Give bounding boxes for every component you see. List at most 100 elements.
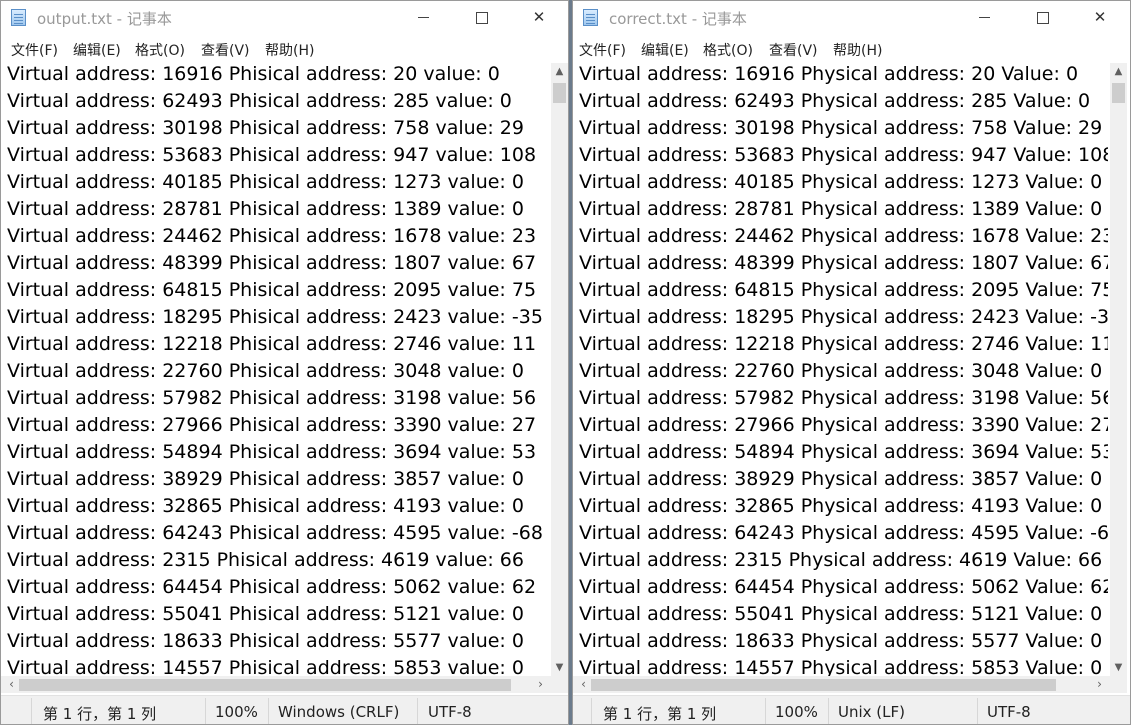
text-line: Virtual address: 32865 Phisical address:…: [7, 495, 524, 517]
status-bar: 第 1 行，第 1 列 100% Windows (CRLF) UTF-8: [1, 695, 568, 724]
scroll-up-icon[interactable]: ▲: [551, 63, 568, 80]
minimize-button[interactable]: [961, 1, 1007, 35]
notepad-icon: [583, 9, 598, 26]
scroll-thumb-h[interactable]: [19, 679, 511, 691]
text-line: Virtual address: 22760 Physical address:…: [579, 360, 1103, 382]
menu-help[interactable]: 帮助(H): [833, 40, 882, 60]
minimize-button[interactable]: [400, 1, 446, 35]
text-line: Virtual address: 48399 Physical address:…: [579, 252, 1108, 274]
text-line: Virtual address: 18295 Phisical address:…: [7, 306, 543, 328]
scroll-right-icon[interactable]: ›: [1091, 676, 1108, 693]
text-line: Virtual address: 18633 Phisical address:…: [7, 630, 524, 652]
text-line: Virtual address: 62493 Physical address:…: [579, 90, 1091, 112]
text-line: Virtual address: 55041 Phisical address:…: [7, 603, 524, 625]
text-line: Virtual address: 64243 Phisical address:…: [7, 522, 543, 544]
menu-view[interactable]: 查看(V): [769, 40, 818, 60]
text-line: Virtual address: 32865 Physical address:…: [579, 495, 1103, 517]
vertical-scrollbar[interactable]: ▲ ▼: [1110, 63, 1127, 676]
text-line: Virtual address: 40185 Phisical address:…: [7, 171, 524, 193]
text-editor[interactable]: Virtual address: 16916 Phisical address:…: [1, 61, 549, 676]
text-line: Virtual address: 30198 Phisical address:…: [7, 117, 524, 139]
text-line: Virtual address: 38929 Phisical address:…: [7, 468, 524, 490]
scroll-thumb[interactable]: [553, 83, 566, 103]
text-line: Virtual address: 55041 Physical address:…: [579, 603, 1103, 625]
menu-edit[interactable]: 编辑(E): [73, 40, 121, 60]
scroll-down-icon[interactable]: ▼: [551, 659, 568, 676]
scroll-corner: [551, 676, 568, 693]
close-icon: ✕: [532, 8, 546, 26]
close-icon: ✕: [1093, 8, 1107, 26]
text-line: Virtual address: 57982 Physical address:…: [579, 387, 1108, 409]
text-line: Virtual address: 64454 Phisical address:…: [7, 576, 537, 598]
close-button[interactable]: ✕: [1077, 1, 1123, 35]
menu-file[interactable]: 文件(F): [11, 40, 58, 60]
scroll-left-icon[interactable]: ‹: [3, 676, 20, 693]
notepad-window-correct: correct.txt - 记事本 ✕ 文件(F) 编辑(E) 格式(O) 查看…: [572, 0, 1131, 725]
text-line: Virtual address: 38929 Physical address:…: [579, 468, 1103, 490]
text-line: Virtual address: 16916 Physical address:…: [579, 63, 1079, 85]
text-line: Virtual address: 14557 Physical address:…: [579, 657, 1103, 676]
scroll-down-icon[interactable]: ▼: [1110, 659, 1127, 676]
zoom-level: 100%: [775, 703, 818, 721]
text-line: Virtual address: 40185 Physical address:…: [579, 171, 1103, 193]
text-editor[interactable]: Virtual address: 16916 Physical address:…: [573, 61, 1108, 676]
status-divider: [205, 698, 206, 724]
menu-bar: 文件(F) 编辑(E) 格式(O) 查看(V) 帮助(H): [1, 37, 568, 61]
text-line: Virtual address: 64454 Physical address:…: [579, 576, 1108, 598]
encoding: UTF-8: [428, 703, 472, 721]
maximize-button[interactable]: [458, 1, 504, 35]
text-line: Virtual address: 54894 Physical address:…: [579, 441, 1108, 463]
menu-view[interactable]: 查看(V): [201, 40, 250, 60]
notepad-window-output: output.txt - 记事本 ✕ 文件(F) 编辑(E) 格式(O) 查看(…: [0, 0, 569, 725]
text-line: Virtual address: 18295 Physical address:…: [579, 306, 1108, 328]
menu-help[interactable]: 帮助(H): [265, 40, 314, 60]
scroll-corner: [1110, 676, 1127, 693]
text-line: Virtual address: 53683 Phisical address:…: [7, 144, 537, 166]
text-line: Virtual address: 27966 Physical address:…: [579, 414, 1108, 436]
scroll-left-icon[interactable]: ‹: [575, 676, 592, 693]
window-title: correct.txt - 记事本: [609, 10, 747, 28]
cursor-position: 第 1 行，第 1 列: [43, 705, 157, 723]
text-line: Virtual address: 64243 Physical address:…: [579, 522, 1108, 544]
status-divider: [828, 698, 829, 724]
text-line: Virtual address: 12218 Phisical address:…: [7, 333, 537, 355]
zoom-level: 100%: [215, 703, 258, 721]
text-line: Virtual address: 12218 Physical address:…: [579, 333, 1108, 355]
maximize-button[interactable]: [1019, 1, 1065, 35]
scroll-up-icon[interactable]: ▲: [1110, 63, 1127, 80]
text-line: Virtual address: 30198 Physical address:…: [579, 117, 1103, 139]
encoding: UTF-8: [987, 703, 1031, 721]
text-line: Virtual address: 24462 Phisical address:…: [7, 225, 537, 247]
vertical-scrollbar[interactable]: ▲ ▼: [551, 63, 568, 676]
status-divider: [591, 698, 592, 724]
menu-edit[interactable]: 编辑(E): [641, 40, 689, 60]
title-bar[interactable]: correct.txt - 记事本 ✕: [573, 1, 1130, 35]
text-line: Virtual address: 22760 Phisical address:…: [7, 360, 524, 382]
text-line: Virtual address: 48399 Phisical address:…: [7, 252, 537, 274]
horizontal-scrollbar[interactable]: ‹ ›: [573, 676, 1110, 693]
notepad-icon: [11, 9, 26, 26]
status-divider: [417, 698, 418, 724]
scroll-thumb-h[interactable]: [591, 679, 1056, 691]
close-button[interactable]: ✕: [516, 1, 562, 35]
menu-file[interactable]: 文件(F): [579, 40, 626, 60]
status-divider: [977, 698, 978, 724]
line-ending: Windows (CRLF): [278, 703, 400, 721]
menu-format[interactable]: 格式(O): [703, 40, 753, 60]
text-line: Virtual address: 53683 Physical address:…: [579, 144, 1108, 166]
horizontal-scrollbar[interactable]: ‹ ›: [1, 676, 551, 693]
text-line: Virtual address: 62493 Phisical address:…: [7, 90, 512, 112]
title-bar[interactable]: output.txt - 记事本 ✕: [1, 1, 568, 35]
text-line: Virtual address: 28781 Physical address:…: [579, 198, 1103, 220]
menu-format[interactable]: 格式(O): [135, 40, 185, 60]
text-line: Virtual address: 54894 Phisical address:…: [7, 441, 537, 463]
text-line: Virtual address: 18633 Physical address:…: [579, 630, 1103, 652]
line-ending: Unix (LF): [838, 703, 905, 721]
text-line: Virtual address: 2315 Phisical address: …: [7, 549, 524, 571]
scroll-right-icon[interactable]: ›: [532, 676, 549, 693]
scroll-thumb[interactable]: [1112, 83, 1125, 103]
text-line: Virtual address: 2315 Physical address: …: [579, 549, 1103, 571]
status-divider: [31, 698, 32, 724]
cursor-position: 第 1 行，第 1 列: [603, 705, 717, 723]
window-title: output.txt - 记事本: [37, 10, 172, 28]
